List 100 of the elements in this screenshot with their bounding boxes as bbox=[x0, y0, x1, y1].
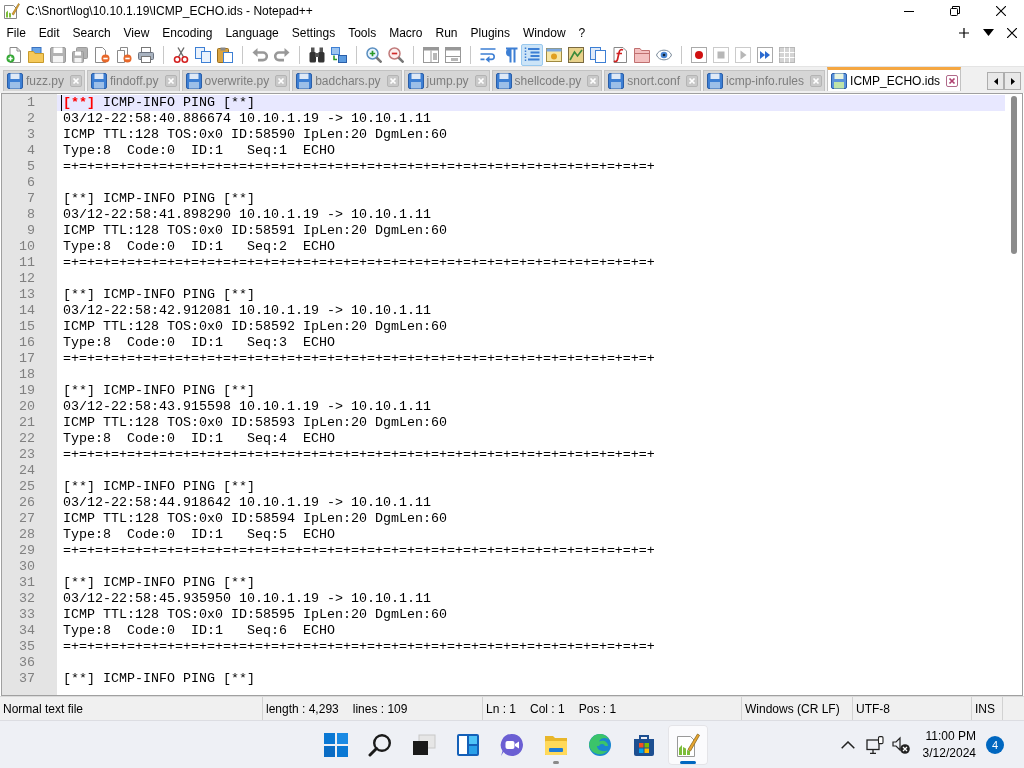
code-line: 03/12-22:58:45.935950 10.10.1.19 -> 10.10.1.11 bbox=[63, 591, 431, 606]
search-icon bbox=[368, 732, 392, 757]
notepad-button[interactable] bbox=[668, 724, 708, 765]
code-line: 03/12-22:58:44.918642 10.10.1.19 -> 10.10.1.11 bbox=[63, 495, 431, 510]
fast-forward-icon bbox=[757, 46, 773, 63]
close-tab-icon[interactable] bbox=[946, 74, 959, 87]
line-number: 36 bbox=[18, 655, 36, 671]
code-line: [**] ICMP-INFO PING [**] bbox=[63, 287, 255, 302]
record-icon bbox=[691, 46, 707, 63]
menu-item[interactable]: Window bbox=[516, 23, 573, 42]
line-number: 2 bbox=[26, 111, 36, 127]
plus-icon bbox=[959, 27, 969, 38]
line-number: 1 bbox=[26, 95, 36, 111]
menu-item[interactable]: Macro bbox=[382, 23, 429, 42]
status-text: INS bbox=[975, 701, 995, 716]
minimize-icon bbox=[904, 10, 914, 12]
line-number: 29 bbox=[18, 543, 36, 559]
code-line: =+=+=+=+=+=+=+=+=+=+=+=+=+=+=+=+=+=+=+=+=+=+=+=+=+=+=+=+=+=+=+=+=+=+=+=+=+ bbox=[63, 639, 655, 654]
menu-item[interactable]: File bbox=[0, 23, 33, 42]
folder-icon bbox=[634, 46, 650, 63]
menu-item[interactable]: Language bbox=[218, 23, 286, 42]
code-line: 03/12-22:58:43.915598 10.10.1.19 -> 10.10.1.11 bbox=[63, 399, 431, 414]
menu-item[interactable]: Run bbox=[429, 23, 465, 42]
browser-swirl-icon bbox=[588, 732, 612, 757]
redo-arrow-icon bbox=[274, 46, 290, 63]
code-line: ICMP TTL:128 TOS:0x0 ID:58595 IpLen:20 DgmLen:60 bbox=[63, 607, 447, 622]
menu-item[interactable]: Settings bbox=[285, 23, 342, 42]
notification-count[interactable]: 4 bbox=[986, 735, 1004, 754]
code-line: Type:8 Code:0 ID:1 Seq:1 ECHO bbox=[63, 143, 335, 158]
code-line: [**] ICMP-INFO PING [**] bbox=[63, 191, 255, 206]
scrollbar-thumb[interactable] bbox=[1010, 96, 1017, 254]
shopping-bag-icon bbox=[632, 732, 656, 757]
text-cursor bbox=[61, 95, 62, 111]
widgets-icon bbox=[456, 732, 480, 757]
line-number: 33 bbox=[18, 607, 36, 623]
stacked-windows-icon bbox=[590, 46, 606, 63]
code-line: [**] ICMP-INFO PING [**] bbox=[63, 575, 255, 590]
status-text: Normal text file bbox=[3, 701, 84, 716]
code-line: =+=+=+=+=+=+=+=+=+=+=+=+=+=+=+=+=+=+=+=+=+=+=+=+=+=+=+=+=+=+=+=+=+=+=+=+=+ bbox=[63, 543, 655, 558]
clock-button[interactable]: 11:00 PM 3/12/2024 bbox=[918, 727, 976, 762]
split-window-icon bbox=[423, 46, 439, 63]
line-number: 18 bbox=[18, 367, 36, 383]
status-text: Col : 1 bbox=[530, 701, 565, 716]
line-number: 15 bbox=[18, 319, 36, 335]
pages-minus-icon bbox=[116, 46, 132, 63]
line-number: 10 bbox=[18, 239, 36, 255]
line-number: 14 bbox=[18, 303, 36, 319]
line-number: 5 bbox=[26, 159, 36, 175]
line-number: 21 bbox=[18, 415, 36, 431]
code-line: ICMP TTL:128 TOS:0x0 ID:58593 IpLen:20 DgmLen:60 bbox=[63, 415, 447, 430]
line-number: 34 bbox=[18, 623, 36, 639]
code-line: Type:8 Code:0 ID:1 Seq:2 ECHO bbox=[63, 239, 335, 254]
code-line: 03/12-22:58:42.912081 10.10.1.19 -> 10.10.1.11 bbox=[63, 303, 431, 318]
menu-item[interactable]: Edit bbox=[32, 23, 67, 42]
task-view-icon bbox=[412, 732, 436, 757]
indent-guide-button[interactable] bbox=[521, 43, 543, 66]
line-number: 24 bbox=[18, 463, 36, 479]
folder-icon bbox=[28, 46, 44, 63]
menu-item[interactable]: Tools bbox=[341, 23, 383, 42]
line-number: 7 bbox=[26, 191, 36, 207]
code-line: [**] ICMP-INFO PING [**] bbox=[63, 671, 255, 686]
video-chat-icon bbox=[500, 732, 524, 757]
function-page-icon bbox=[612, 46, 628, 63]
chevron-up-icon bbox=[841, 740, 855, 749]
scroll-tabs-left-button[interactable] bbox=[987, 72, 1004, 90]
menu-item[interactable]: Encoding bbox=[155, 23, 219, 42]
scroll-tabs-right-button[interactable] bbox=[1004, 72, 1021, 90]
play-icon bbox=[735, 46, 751, 63]
code-line: ICMP TTL:128 TOS:0x0 ID:58591 IpLen:20 DgmLen:60 bbox=[63, 223, 447, 238]
printer-icon bbox=[138, 46, 154, 63]
menu-item[interactable]: Plugins bbox=[464, 23, 517, 42]
line-number: 3 bbox=[26, 127, 36, 143]
line-number: 28 bbox=[18, 527, 36, 543]
code-line: =+=+=+=+=+=+=+=+=+=+=+=+=+=+=+=+=+=+=+=+=+=+=+=+=+=+=+=+=+=+=+=+=+=+=+=+=+ bbox=[63, 255, 655, 270]
menu-item[interactable]: ? bbox=[572, 23, 592, 42]
line-number: 4 bbox=[26, 143, 36, 159]
code-line: [**] ICMP-INFO PING [**] bbox=[63, 95, 255, 110]
line-number: 32 bbox=[18, 591, 36, 607]
menu-item[interactable]: Search bbox=[66, 23, 118, 42]
line-number: 11 bbox=[18, 255, 36, 271]
page-minus-icon bbox=[94, 46, 110, 63]
speaker-muted-icon[interactable] bbox=[892, 735, 910, 754]
network-monitor-icon[interactable] bbox=[866, 735, 884, 754]
line-number: 23 bbox=[18, 447, 36, 463]
code-line: =+=+=+=+=+=+=+=+=+=+=+=+=+=+=+=+=+=+=+=+=+=+=+=+=+=+=+=+=+=+=+=+=+=+=+=+=+ bbox=[63, 351, 655, 366]
code-line: =+=+=+=+=+=+=+=+=+=+=+=+=+=+=+=+=+=+=+=+=+=+=+=+=+=+=+=+=+=+=+=+=+=+=+=+=+ bbox=[63, 159, 655, 174]
menu-item[interactable]: View bbox=[117, 23, 156, 42]
file-tab[interactable]: ICMP_ECHO.ids bbox=[827, 67, 962, 91]
window-title: C:\Snort\log\10.10.1.19\ICMP_ECHO.ids - Notepad++ bbox=[26, 4, 314, 18]
triangle-down-icon bbox=[982, 29, 994, 36]
line-number: 37 bbox=[18, 671, 36, 687]
copy-pages-icon bbox=[195, 46, 211, 63]
split-window-icon bbox=[445, 46, 461, 63]
code-line: =+=+=+=+=+=+=+=+=+=+=+=+=+=+=+=+=+=+=+=+=+=+=+=+=+=+=+=+=+=+=+=+=+=+=+=+=+ bbox=[63, 447, 655, 462]
status-text: UTF-8 bbox=[856, 701, 890, 716]
status-text: Pos : 1 bbox=[578, 701, 617, 716]
binoculars-icon bbox=[309, 46, 325, 63]
window-icon bbox=[546, 46, 562, 63]
line-number: 19 bbox=[18, 383, 36, 399]
clipboard-icon bbox=[217, 46, 233, 63]
